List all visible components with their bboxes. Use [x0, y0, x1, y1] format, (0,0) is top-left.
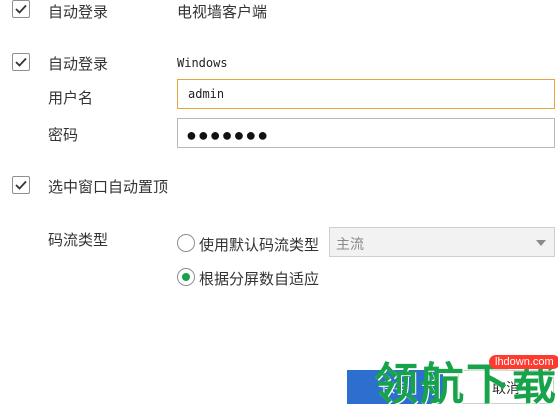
radio-adaptive-stream-label: 根据分屏数自适应: [199, 271, 320, 288]
check-icon: [15, 4, 27, 14]
auto-top-checkbox[interactable]: [12, 176, 30, 194]
tv-wall-client-label: 电视墙客户端: [177, 4, 268, 21]
auto-login-client-label: 自动登录: [48, 4, 109, 21]
check-icon: [15, 180, 27, 190]
radio-adaptive-stream[interactable]: [177, 268, 195, 286]
chevron-down-icon: [536, 240, 546, 246]
radio-selected-dot: [182, 273, 190, 281]
auto-login-client-checkbox[interactable]: [12, 0, 30, 18]
radio-default-stream-label: 使用默认码流类型: [199, 237, 320, 254]
username-value: admin: [188, 87, 225, 101]
stream-type-select[interactable]: 主流: [329, 227, 555, 257]
auto-top-label: 选中窗口自动置顶: [48, 179, 169, 196]
stream-type-label: 码流类型: [48, 232, 109, 249]
stream-type-select-value: 主流: [336, 236, 364, 252]
password-input[interactable]: ●●●●●●●: [177, 118, 555, 148]
password-masked-value: ●●●●●●●: [186, 125, 270, 145]
username-input[interactable]: admin: [177, 79, 555, 109]
password-label: 密码: [48, 127, 79, 144]
radio-default-stream[interactable]: [177, 234, 195, 252]
check-icon: [15, 57, 27, 67]
windows-label: Windows: [177, 56, 228, 70]
username-label: 用户名: [48, 90, 94, 107]
auto-login-windows-checkbox[interactable]: [12, 53, 30, 71]
auto-login-windows-label: 自动登录: [48, 56, 109, 73]
watermark-url: lhdown.com: [489, 355, 558, 369]
